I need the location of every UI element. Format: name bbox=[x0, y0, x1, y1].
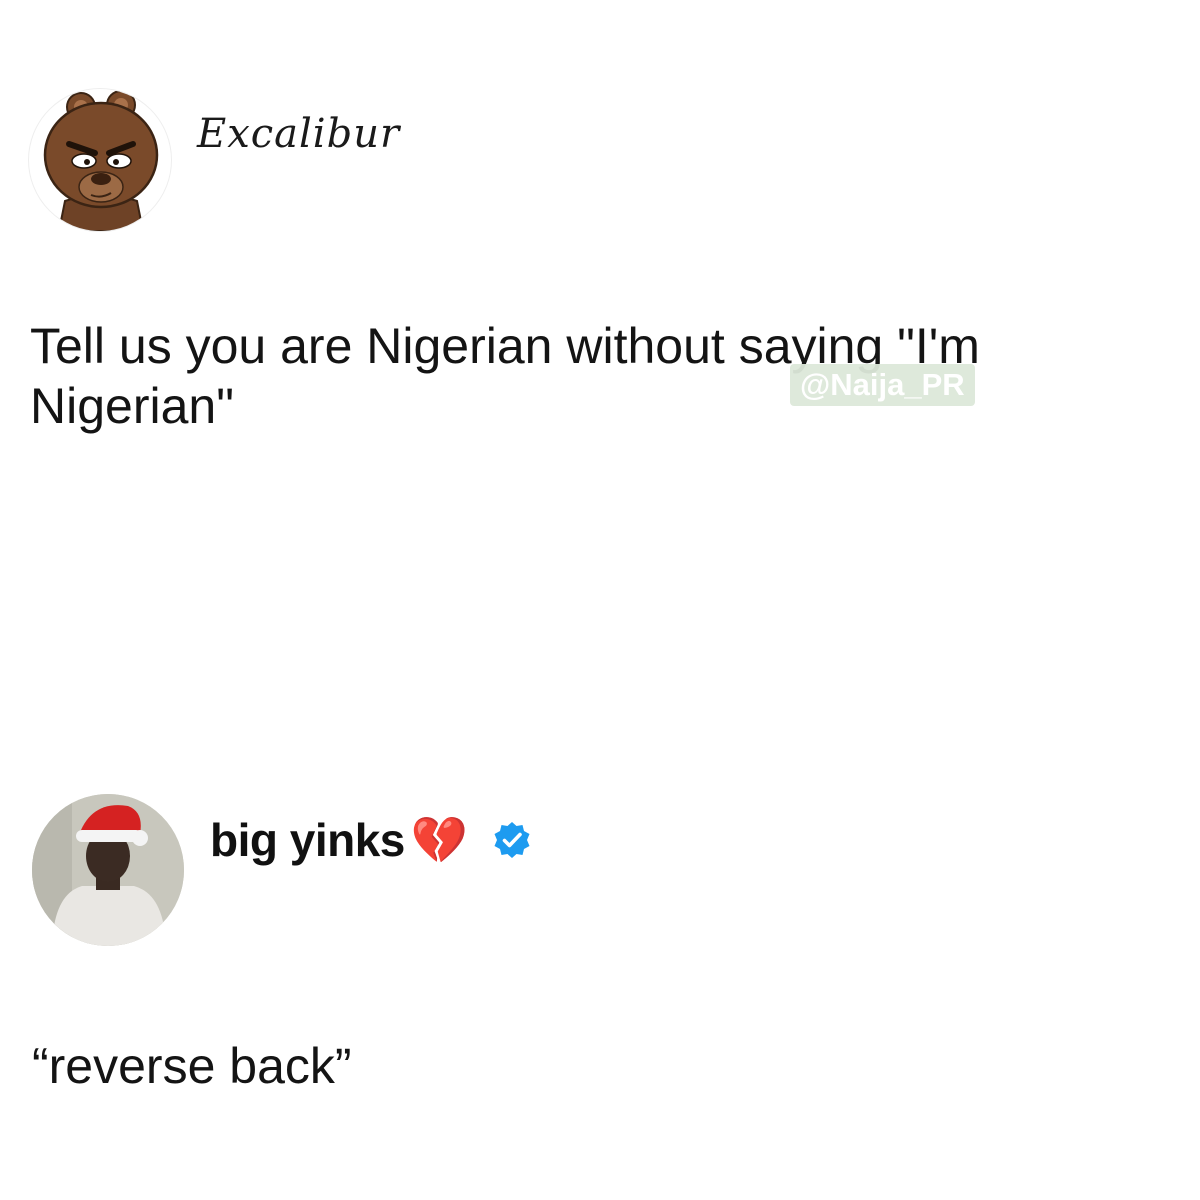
avatar[interactable] bbox=[32, 794, 184, 946]
author-name-row: Excalibur bbox=[197, 108, 400, 160]
avatar[interactable] bbox=[28, 88, 172, 232]
person-avatar-icon bbox=[32, 794, 184, 946]
post-text: Tell us you are Nigerian without saying … bbox=[30, 316, 1170, 436]
verified-badge-icon[interactable] bbox=[492, 820, 532, 860]
reply-text: “reverse back” bbox=[32, 1038, 352, 1094]
display-name[interactable]: Excalibur bbox=[197, 111, 400, 157]
broken-heart-emoji: 💔 bbox=[410, 813, 469, 867]
post-text-line-2: Nigerian" bbox=[30, 378, 234, 434]
watermark: @Naija_PR bbox=[790, 364, 975, 406]
bear-avatar-icon bbox=[29, 89, 171, 231]
display-name[interactable]: big yinks bbox=[210, 813, 405, 867]
author-name-row: big yinks 💔 bbox=[210, 810, 532, 870]
